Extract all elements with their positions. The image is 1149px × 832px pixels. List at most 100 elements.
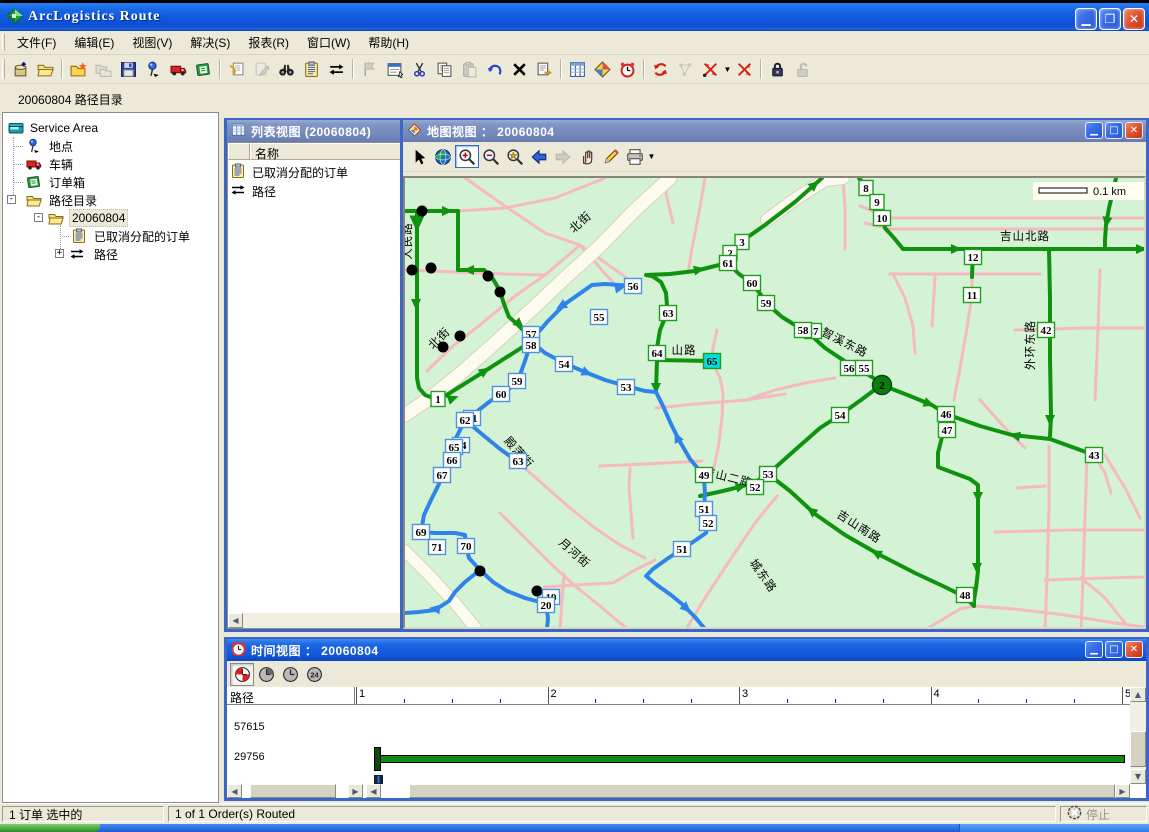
menu-item-5[interactable]: 窗口(W) [298,31,359,54]
back-arrow-button[interactable] [527,145,551,168]
list-header-icon-cell[interactable] [228,143,250,160]
unassigned-stop-dot[interactable] [495,287,506,298]
menu-item-0[interactable]: 文件(F) [8,31,65,54]
stop-marker-60[interactable]: 60 [744,276,761,291]
stop-marker-46[interactable]: 46 [938,407,955,422]
stop-marker-8[interactable]: 8 [859,181,873,196]
tree-item-vehicles[interactable]: 车辆 [3,155,218,173]
routes-swap-button[interactable] [324,57,349,82]
menu-item-2[interactable]: 视图(V) [123,31,181,54]
start-button-sliver[interactable] [0,824,100,832]
tree-item-label[interactable]: Service Area [28,120,100,136]
taskbar-sliver[interactable] [0,824,1149,832]
build-routes-button[interactable] [648,57,673,82]
time-maximize-button[interactable]: □ [1105,641,1123,658]
stop-marker-53[interactable]: 53 [618,380,635,395]
zoom-in-button[interactable] [455,145,479,168]
left-pane-scroll-left[interactable]: ◀ [227,784,242,798]
stop-marker-70[interactable]: 70 [458,539,475,554]
map-minimize-button[interactable]: ▁ [1085,122,1103,139]
stop-marker-42[interactable]: 42 [1038,323,1055,338]
stop-marker-12[interactable]: 12 [965,250,982,265]
route-time-bar[interactable] [378,755,1125,763]
restore-button[interactable]: ❐ [1099,8,1121,30]
dropdown-caret-icon[interactable]: ▼ [723,57,732,82]
stop-marker-59[interactable]: 59 [758,296,775,311]
order-list-button[interactable] [299,57,324,82]
stop-marker-71[interactable]: 71 [429,540,446,555]
toolbar-grip[interactable] [2,59,5,79]
scroll-up-button[interactable]: ▲ [1130,687,1146,702]
stop-marker-48[interactable]: 48 [957,588,974,603]
tree-item-unassigned-orders[interactable]: 已取消分配的订单 [3,227,218,245]
map-title-bar[interactable]: 地图视图 ： 20060804 ▁ □ ✕ [403,120,1146,142]
clock-24-button[interactable]: 24 [302,663,326,686]
title-bar[interactable]: ArcLogistics Route ▁ ❐ ✕ [0,0,1149,31]
stop-marker-9[interactable]: 9 [870,195,884,210]
stop-marker-60[interactable]: 60 [493,387,510,402]
stop-marker-58[interactable]: 58 [523,338,540,353]
map-close-button[interactable]: ✕ [1125,122,1143,139]
tree-item-label[interactable]: 路径 [92,245,120,264]
close-button[interactable]: ✕ [1123,8,1145,30]
vehicles-truck-button[interactable] [166,57,191,82]
stop-marker-59[interactable]: 59 [509,374,526,389]
new-folder-button[interactable] [66,57,91,82]
stop-marker-47[interactable]: 47 [939,423,956,438]
timeline-scroll-left[interactable]: ◀ [366,784,381,798]
print-dropdown-caret-icon[interactable]: ▼ [647,144,656,169]
zoom-out-button[interactable] [479,145,503,168]
delete-button[interactable] [507,57,532,82]
time-close-button[interactable]: ✕ [1125,641,1143,658]
copy-button[interactable] [432,57,457,82]
unassigned-stop-dot[interactable] [455,331,466,342]
stop-marker-52[interactable]: 52 [700,516,717,531]
tree-item-label[interactable]: 已取消分配的订单 [92,227,192,246]
unassigned-stop-dot[interactable] [417,206,428,217]
time-row-label[interactable]: 29756 [234,751,265,763]
unassigned-stop-dot[interactable] [407,265,418,276]
list-view-button[interactable] [565,57,590,82]
stop-marker-63[interactable]: 63 [660,306,677,321]
cut-button[interactable] [407,57,432,82]
tree-item-locations[interactable]: 地点 [3,137,218,155]
list-row-0[interactable]: 已取消分配的订单 [230,163,348,182]
tree-collapse-icon[interactable]: - [34,213,43,222]
stop-marker-56[interactable]: 56 [625,279,642,294]
stop-marker-66[interactable]: 66 [444,453,461,468]
map-canvas[interactable]: 人民路北街北街山路智溪东路吉山北路外环东路吉山二路吉山南路城东路月河街殿荡街57… [403,176,1146,629]
left-pane-scroll-thumb[interactable] [250,784,336,798]
stop-marker-51[interactable]: 51 [696,502,713,517]
tree-collapse-icon[interactable]: - [7,195,16,204]
import-orders-button[interactable] [224,57,249,82]
menu-item-3[interactable]: 解决(S) [181,31,239,54]
left-pane-scroll-right[interactable]: ▶ [348,784,363,798]
tree-item-folder-20060804[interactable]: - 20060804 [3,209,218,227]
time-title-bar[interactable]: 时间视图 ： 20060804 ▁ □ ✕ [227,639,1146,661]
menu-grip[interactable] [2,34,5,50]
list-header-name[interactable]: 名称 [250,143,401,160]
stop-marker-11[interactable]: 11 [964,288,981,303]
tree-item-order-box[interactable]: 订单箱 [3,173,218,191]
locations-pin-button[interactable] [141,57,166,82]
tree-item-label[interactable]: 20060804 [69,209,128,227]
menu-item-4[interactable]: 报表(R) [239,31,298,54]
timeline-scroll-thumb[interactable] [409,784,1115,798]
vehicle-marker-2[interactable]: 2 [873,376,892,395]
orders-book-button[interactable] [191,57,216,82]
list-row-1[interactable]: 路径 [230,182,276,201]
properties-button[interactable] [382,57,407,82]
tree-expand-icon[interactable]: + [55,249,64,258]
map-view-button[interactable] [590,57,615,82]
send-sheet-button[interactable] [532,57,557,82]
scroll-down-button[interactable]: ▼ [1130,769,1146,784]
stop-marker-1[interactable]: 1 [431,392,445,407]
new-project-button[interactable] [8,57,33,82]
stop-marker-62[interactable]: 62 [457,413,474,428]
lock-button[interactable] [765,57,790,82]
stop-marker-67[interactable]: 67 [434,468,451,483]
unassigned-stop-dot[interactable] [483,271,494,282]
timeline-scroll-right[interactable]: ▶ [1115,784,1130,798]
vscroll-thumb[interactable] [1130,731,1146,767]
clock-red-pie-button[interactable] [230,663,254,686]
